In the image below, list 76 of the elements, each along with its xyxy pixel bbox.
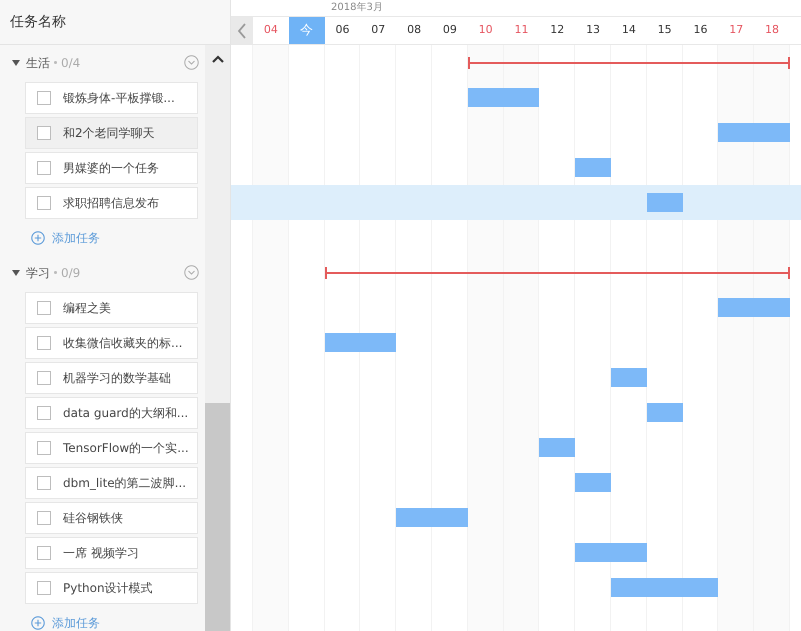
task-item[interactable]: 编程之美 xyxy=(25,292,198,324)
task-item[interactable]: 求职招聘信息发布 xyxy=(25,186,198,218)
checkbox[interactable] xyxy=(37,476,51,490)
checkbox[interactable] xyxy=(37,580,51,594)
previous-button[interactable] xyxy=(231,17,253,44)
day-label[interactable]: 12 xyxy=(539,17,576,44)
group-name[interactable]: 生活 xyxy=(26,54,50,72)
task-bar-segment[interactable] xyxy=(539,438,576,457)
day-label[interactable]: 16 xyxy=(682,17,718,44)
checkbox[interactable] xyxy=(37,300,51,314)
task-bar-segment[interactable] xyxy=(646,193,683,212)
day-label[interactable]: 11 xyxy=(504,17,540,44)
task-bar-segment[interactable] xyxy=(360,333,396,352)
task-bar-segment[interactable] xyxy=(324,333,360,352)
column-title: 任务名称 xyxy=(10,12,66,32)
task-item[interactable]: 机器学习的数学基础 xyxy=(25,362,198,394)
chevron-circle-icon[interactable] xyxy=(184,55,199,70)
checkbox[interactable] xyxy=(37,370,51,384)
task-bar-segment[interactable] xyxy=(682,578,718,597)
task-item[interactable]: 硅谷钢铁侠 xyxy=(25,502,198,534)
day-label[interactable]: 10 xyxy=(468,17,504,44)
task-bar-segment[interactable] xyxy=(718,298,754,317)
month-label: 2018年3月 xyxy=(331,1,383,15)
task-item[interactable]: Python设计模式 xyxy=(25,572,198,604)
checkbox[interactable] xyxy=(37,90,51,104)
checkbox[interactable] xyxy=(37,336,51,350)
task-bar-segment[interactable] xyxy=(610,543,647,562)
task-item[interactable]: data guard的大纲和... xyxy=(25,396,198,428)
day-label[interactable]: 15 xyxy=(646,17,683,44)
task-bar-segment[interactable] xyxy=(396,508,432,527)
task-bar-segment[interactable] xyxy=(610,578,647,597)
day-label[interactable]: 14 xyxy=(610,17,647,44)
day-label[interactable]: 08 xyxy=(396,17,432,44)
task-bar-segment[interactable] xyxy=(646,403,683,422)
task-bar-segment[interactable] xyxy=(754,298,790,317)
checkbox[interactable] xyxy=(37,196,51,210)
task-bar-segment[interactable] xyxy=(575,158,611,177)
chevron-circle-icon[interactable] xyxy=(184,265,199,280)
caret-down-icon[interactable] xyxy=(12,58,20,66)
day-label[interactable]: 13 xyxy=(575,17,611,44)
group-count: 0/9 xyxy=(61,264,80,282)
day-label[interactable]: 06 xyxy=(324,17,360,44)
group-count: 0/4 xyxy=(61,54,80,72)
task-bar-segment[interactable] xyxy=(504,88,540,107)
task-bar-segment[interactable] xyxy=(575,473,611,492)
day-label[interactable]: 07 xyxy=(360,17,396,44)
day-label[interactable]: 04 xyxy=(253,17,289,44)
checkbox[interactable] xyxy=(37,160,51,174)
group-name[interactable]: 学习 xyxy=(26,264,50,282)
day-label[interactable]: 17 xyxy=(718,17,754,44)
checkbox[interactable] xyxy=(37,510,51,524)
checkbox[interactable] xyxy=(37,546,51,560)
chevron-left-icon xyxy=(237,22,247,38)
task-item[interactable]: dbm_lite的第二波脚... xyxy=(25,466,198,498)
task-bar-segment[interactable] xyxy=(610,368,647,387)
task-item[interactable]: TensorFlow的一个实... xyxy=(25,432,198,464)
plus-circle-icon xyxy=(31,616,45,630)
task-item[interactable]: 锻炼身体-平板撑锻... xyxy=(25,82,198,114)
day-label[interactable]: 18 xyxy=(754,17,790,44)
day-label[interactable]: 09 xyxy=(432,17,468,44)
plus-circle-icon xyxy=(31,230,45,244)
scroll-up-icon[interactable] xyxy=(212,55,224,63)
task-item[interactable]: 和2个老同学聊天 xyxy=(25,116,198,148)
task-item[interactable]: 一席 视频学习 xyxy=(25,536,198,568)
checkbox[interactable] xyxy=(37,406,51,420)
checkbox[interactable] xyxy=(37,126,51,140)
task-item[interactable]: 收集微信收藏夹的标... xyxy=(25,326,198,358)
scrollbar-thumb[interactable] xyxy=(205,403,230,631)
caret-down-icon[interactable] xyxy=(12,268,20,276)
task-item[interactable]: 男媒婆的一个任务 xyxy=(25,152,198,184)
checkbox[interactable] xyxy=(37,440,51,454)
task-bar-segment[interactable] xyxy=(468,88,504,107)
task-bar-segment[interactable] xyxy=(718,123,754,142)
task-bar-segment[interactable] xyxy=(754,123,790,142)
task-bar-segment[interactable] xyxy=(432,508,468,527)
task-bar-segment[interactable] xyxy=(575,543,611,562)
